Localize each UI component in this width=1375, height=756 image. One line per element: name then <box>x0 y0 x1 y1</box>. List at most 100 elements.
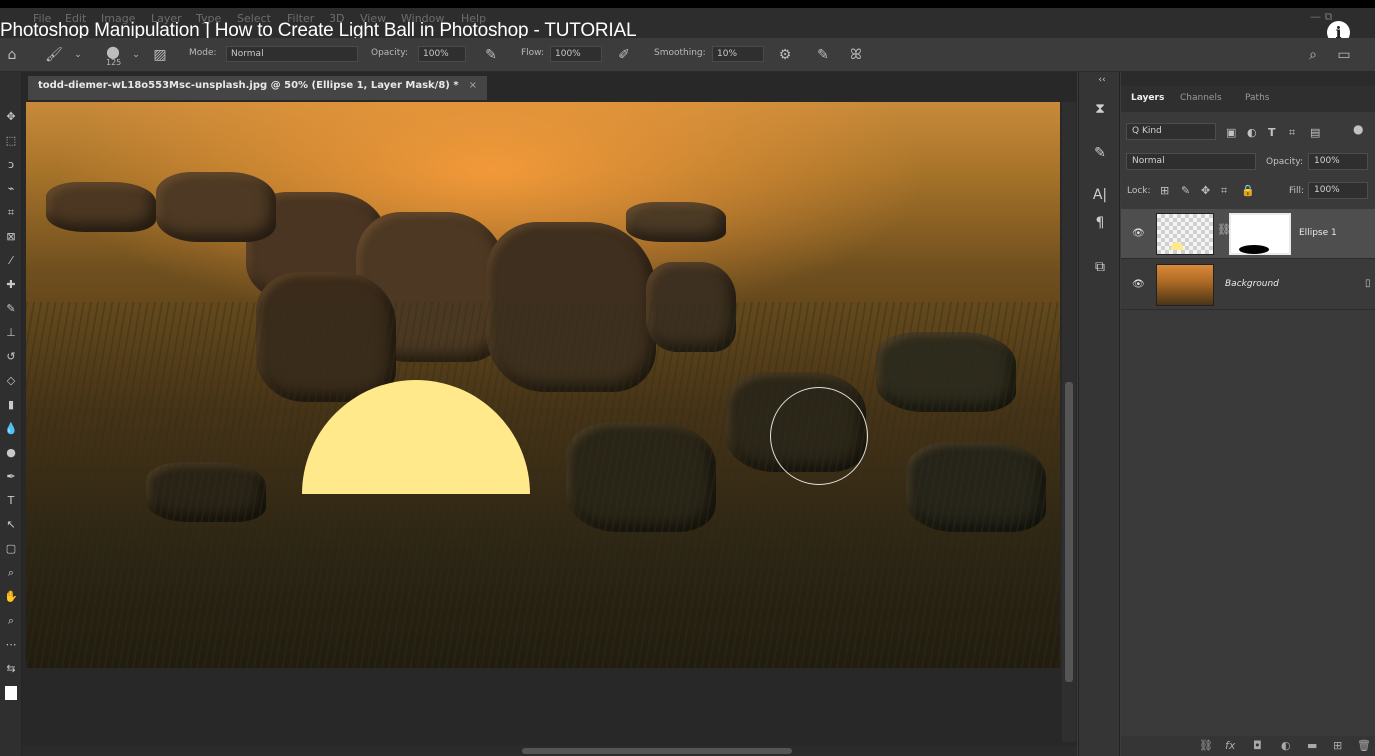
glyphs-icon[interactable]: ⧉ <box>1091 258 1109 276</box>
quick-select-tool-icon[interactable]: ⌁ <box>3 182 19 196</box>
filter-type-icon[interactable]: T <box>1268 126 1276 139</box>
tab-layers[interactable]: Layers <box>1131 93 1164 103</box>
lock-position-icon[interactable]: ✥ <box>1201 184 1210 197</box>
lock-artboard-icon[interactable]: ⌗ <box>1221 184 1227 198</box>
link-layers-icon[interactable]: ⛓ <box>1199 739 1213 752</box>
chevron-down-icon[interactable]: ⌄ <box>68 45 88 65</box>
tab-channels[interactable]: Channels <box>1180 93 1222 103</box>
rock-shape <box>156 172 276 242</box>
brush-settings-icon[interactable]: ✎ <box>1091 144 1109 162</box>
scroll-thumb[interactable] <box>1065 382 1073 682</box>
symmetry-icon[interactable]: ꕤ <box>846 45 866 65</box>
search-icon[interactable]: ⌕ <box>1303 45 1323 65</box>
layers-panel-footer: ⛓ fx ◘ ◐ ▬ ⊞ 🗑 <box>1121 736 1375 756</box>
collapse-icon[interactable]: ‹‹ <box>1093 71 1111 89</box>
lock-pixels-icon[interactable]: ✎ <box>1181 184 1190 197</box>
filter-toggle-icon[interactable]: ● <box>1353 122 1363 136</box>
layer-mask-thumbnail[interactable] <box>1229 213 1291 255</box>
eye-icon[interactable]: 👁 <box>1132 228 1145 240</box>
tab-paths[interactable]: Paths <box>1245 93 1269 103</box>
tools-panel: ✥ ⬚ ↄ ⌁ ⌗ ⊠ ⁄ ✚ ✎ ⊥ ↺ ◇ ▮ 💧 ● ✒ T ↖ ▢ ⌕ … <box>0 72 22 756</box>
layer-row[interactable]: 👁 ⛓ Ellipse 1 <box>1121 209 1375 259</box>
panel-icon-strip: ‹‹ ⧗ ✎ A| ¶ ⧉ <box>1078 72 1120 756</box>
horizontal-scroll-thumb[interactable] <box>522 748 792 754</box>
mode-select[interactable]: Normal <box>226 46 358 62</box>
zoom-tool-icon[interactable]: ⌕ <box>3 614 19 628</box>
shape-tool-icon[interactable]: ▢ <box>3 542 19 556</box>
add-mask-icon[interactable]: ◘ <box>1253 739 1262 752</box>
smoothing-field[interactable]: 10% <box>712 46 764 62</box>
blur-tool-icon[interactable]: 💧 <box>3 422 19 436</box>
delete-icon[interactable]: 🗑 <box>1357 739 1371 752</box>
frame-tool-icon[interactable]: ⊠ <box>3 230 19 244</box>
brush-tool-icon[interactable]: ✎ <box>3 302 19 316</box>
mode-label: Mode: <box>189 48 217 58</box>
new-layer-icon[interactable]: ⊞ <box>1333 739 1342 752</box>
type-tool-icon[interactable]: T <box>3 494 19 508</box>
layer-name[interactable]: Background <box>1225 279 1279 289</box>
stamp-tool-icon[interactable]: ⊥ <box>3 326 19 340</box>
dodge-tool-icon[interactable]: ● <box>3 446 19 460</box>
flow-field[interactable]: 100% <box>550 46 602 62</box>
home-icon[interactable]: ⌂ <box>2 45 22 65</box>
filter-shape-icon[interactable]: ⌗ <box>1289 126 1295 140</box>
color-swatch-icon[interactable] <box>5 686 17 700</box>
panel-header <box>1121 72 1375 86</box>
filter-smart-object-icon[interactable]: ▤ <box>1310 126 1320 139</box>
pressure-size-icon[interactable]: ✎ <box>813 45 833 65</box>
filter-adjustment-icon[interactable]: ◐ <box>1247 126 1257 139</box>
close-icon[interactable]: × <box>469 80 477 91</box>
more-tools-icon[interactable]: ⋯ <box>3 638 19 652</box>
pen-tool-icon[interactable]: ✒ <box>3 470 19 484</box>
gradient-tool-icon[interactable]: ▮ <box>3 398 19 412</box>
move-tool-icon[interactable]: ✥ <box>3 110 19 124</box>
hand-tool-icon[interactable]: ✋ <box>3 590 19 604</box>
vertical-scrollbar[interactable] <box>1062 102 1076 742</box>
layer-thumbnail[interactable] <box>1156 264 1214 306</box>
paragraph-icon[interactable]: ¶ <box>1091 214 1109 232</box>
zoom-tool-icon[interactable]: ⌕ <box>3 566 19 580</box>
lasso-tool-icon[interactable]: ↄ <box>3 158 19 172</box>
canvas[interactable] <box>26 102 1060 668</box>
lock-all-icon[interactable]: 🔒 <box>1241 184 1255 197</box>
history-icon[interactable]: ⧗ <box>1091 100 1109 118</box>
layer-name[interactable]: Ellipse 1 <box>1299 228 1337 238</box>
fx-icon[interactable]: fx <box>1225 739 1235 752</box>
gear-icon[interactable]: ⚙ <box>775 45 795 65</box>
pressure-opacity-icon[interactable]: ✎ <box>481 45 501 65</box>
swap-colors-icon[interactable]: ⇆ <box>3 662 19 676</box>
new-group-icon[interactable]: ▬ <box>1307 739 1317 752</box>
path-select-tool-icon[interactable]: ↖ <box>3 518 19 532</box>
options-bar: ⌂ 🖌 ⌄ ● 125 ⌄ ▨ Mode: Normal Opacity: 10… <box>0 38 1375 72</box>
adjustment-layer-icon[interactable]: ◐ <box>1281 739 1291 752</box>
layer-thumbnail[interactable] <box>1156 213 1214 255</box>
filter-pixel-icon[interactable]: ▣ <box>1226 126 1236 139</box>
rock-shape <box>46 182 156 232</box>
history-brush-tool-icon[interactable]: ↺ <box>3 350 19 364</box>
lock-icon: ▯ <box>1365 278 1371 289</box>
healing-tool-icon[interactable]: ✚ <box>3 278 19 292</box>
brush-settings-icon[interactable]: ▨ <box>150 45 170 65</box>
marquee-tool-icon[interactable]: ⬚ <box>3 134 19 148</box>
crop-tool-icon[interactable]: ⌗ <box>3 206 19 220</box>
lock-label: Lock: <box>1127 186 1151 196</box>
layer-opacity-field[interactable]: 100% <box>1308 153 1368 170</box>
smoothing-label: Smoothing: <box>654 48 706 58</box>
airbrush-icon[interactable]: ✐ <box>614 45 634 65</box>
character-icon[interactable]: A| <box>1091 186 1109 204</box>
opacity-label: Opacity: <box>371 48 408 58</box>
document-tab[interactable]: todd-diemer-wL18o553Msc-unsplash.jpg @ 5… <box>28 76 487 100</box>
eraser-tool-icon[interactable]: ◇ <box>3 374 19 388</box>
brush-tool-icon[interactable]: 🖌 <box>44 45 64 65</box>
eye-icon[interactable]: 👁 <box>1132 279 1145 291</box>
opacity-field[interactable]: 100% <box>418 46 466 62</box>
layer-row[interactable]: 👁 Background ▯ <box>1121 260 1375 310</box>
window-controls[interactable]: — ⧉ <box>1310 10 1332 24</box>
chevron-down-icon[interactable]: ⌄ <box>126 45 146 65</box>
layer-kind-filter[interactable]: Q Kind <box>1126 123 1216 140</box>
workspace-icon[interactable]: ▭ <box>1334 45 1354 65</box>
lock-transparency-icon[interactable]: ⊞ <box>1160 184 1169 197</box>
fill-field[interactable]: 100% <box>1308 182 1368 199</box>
eyedropper-tool-icon[interactable]: ⁄ <box>3 254 19 268</box>
blend-mode-select[interactable]: Normal <box>1126 153 1256 170</box>
